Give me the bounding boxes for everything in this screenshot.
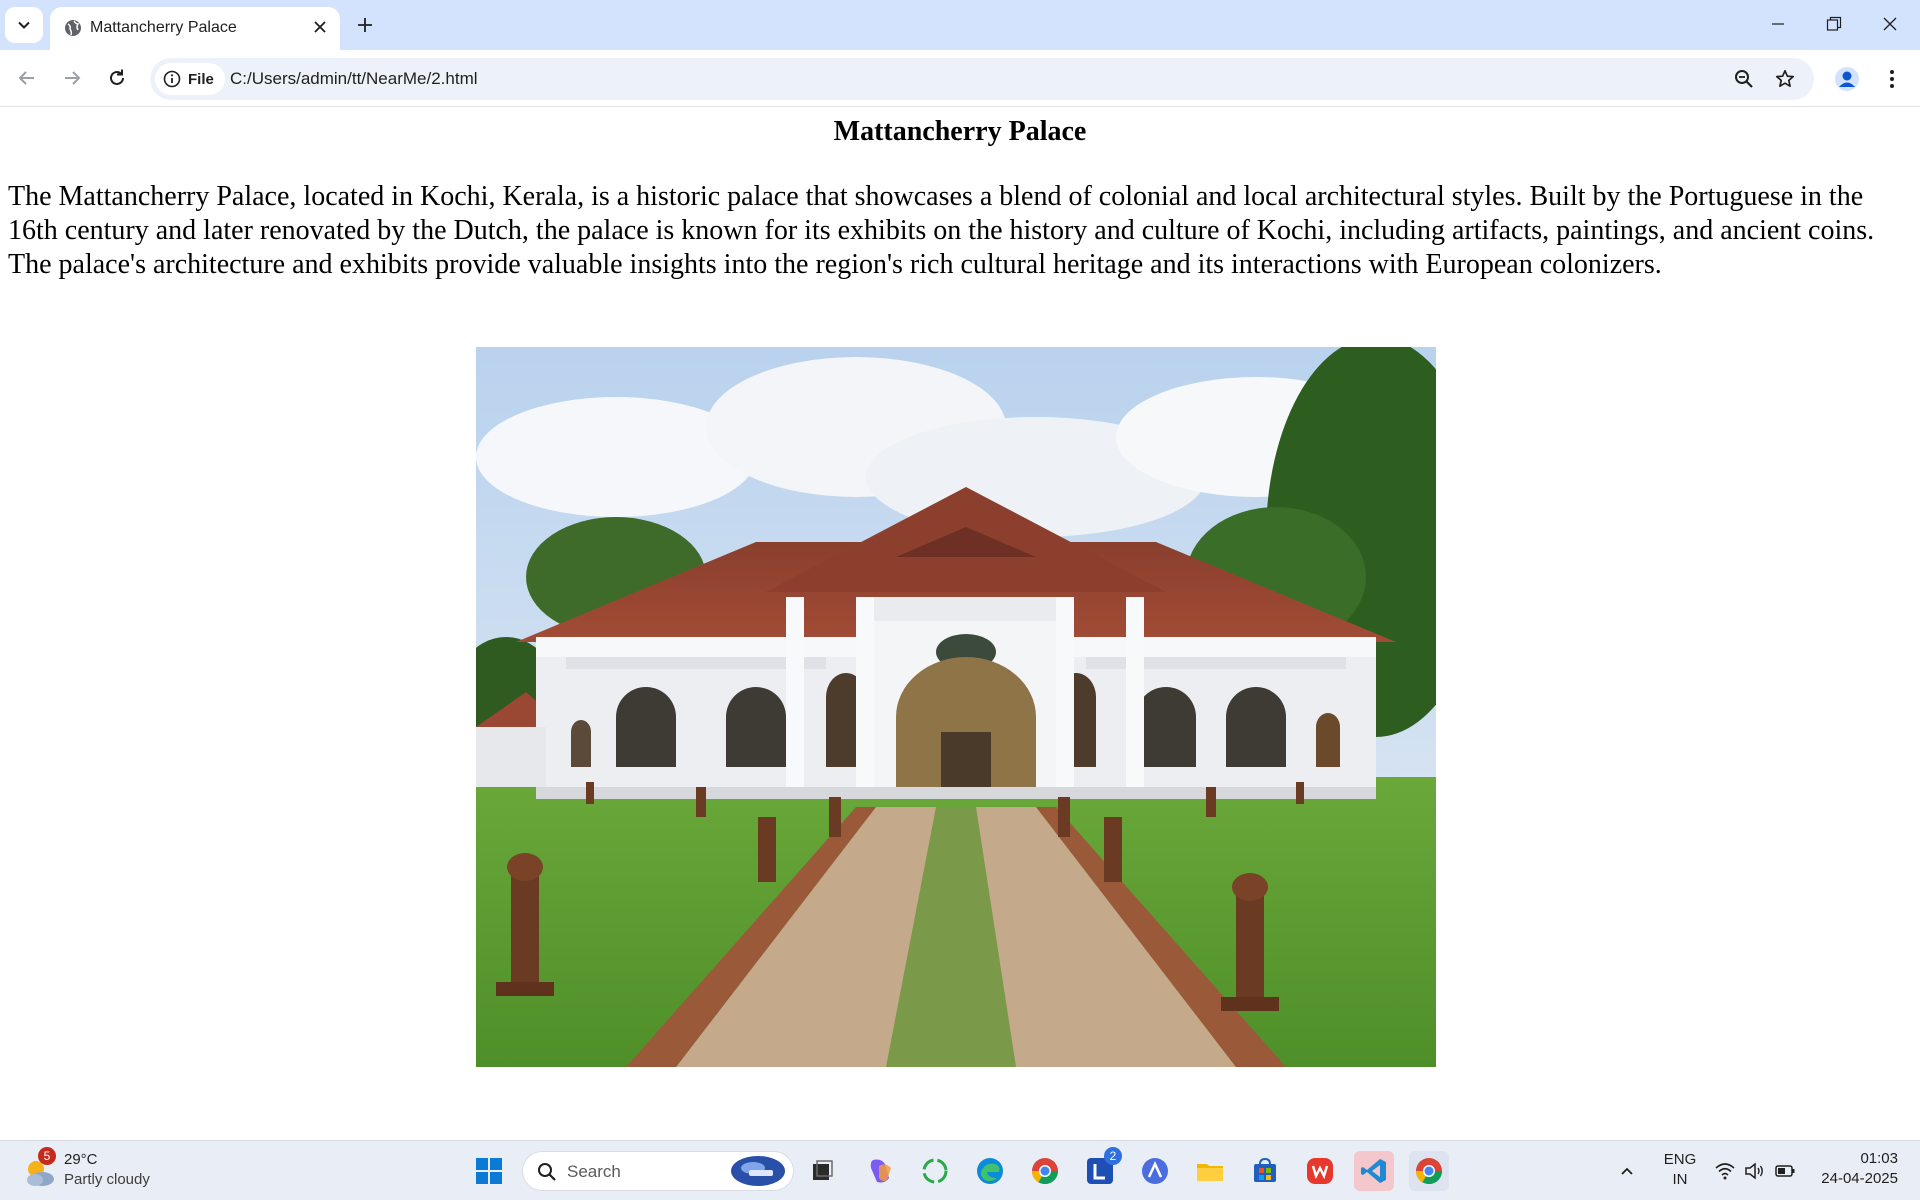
- kebab-menu-icon: [1890, 70, 1894, 88]
- forward-button[interactable]: [54, 60, 90, 96]
- close-icon: [314, 21, 326, 33]
- file-explorer-button[interactable]: [1190, 1151, 1230, 1191]
- triangle-app-icon: [1142, 1158, 1168, 1184]
- restore-icon: [1826, 16, 1842, 31]
- new-tab-button[interactable]: [350, 10, 380, 40]
- weather-description: Partly cloudy: [64, 1171, 150, 1188]
- store-icon: [1254, 1157, 1276, 1182]
- reload-icon: [110, 69, 124, 85]
- battery-icon: [1775, 1165, 1795, 1177]
- zoom-out-icon: [1735, 70, 1753, 88]
- profile-button[interactable]: [1831, 63, 1863, 95]
- chrome-taskbar-button[interactable]: [1025, 1151, 1065, 1191]
- chevron-up-icon: [1621, 1167, 1633, 1175]
- minimize-button[interactable]: [1750, 0, 1806, 48]
- taskbar: 5 29°C Partly cloudy Search 2 ENG IN 01:…: [0, 1140, 1920, 1200]
- info-icon: [163, 70, 181, 88]
- chrome-icon: [1031, 1158, 1059, 1185]
- url-text[interactable]: C:/Users/admin/tt/NearMe/2.html: [230, 69, 478, 89]
- language-indicator[interactable]: ENG IN: [1662, 1151, 1698, 1191]
- chip-label: File: [188, 70, 214, 88]
- bookmark-button[interactable]: [1771, 65, 1799, 93]
- minimize-icon: [1772, 23, 1784, 25]
- plus-icon: [358, 18, 372, 32]
- windows-logo-icon: [476, 1158, 502, 1184]
- clock-date: 24-04-2025: [1821, 1170, 1898, 1187]
- copilot-button[interactable]: [860, 1151, 900, 1191]
- region-code: IN: [1672, 1171, 1688, 1188]
- app-a-button[interactable]: [1135, 1151, 1175, 1191]
- circular-arrows-icon: [922, 1158, 948, 1184]
- arrow-left-icon: [18, 71, 34, 85]
- clock[interactable]: 01:03 24-04-2025: [1821, 1149, 1898, 1189]
- browser-menu-button[interactable]: [1880, 63, 1904, 95]
- tab-title: Mattancherry Palace: [90, 19, 237, 36]
- task-view-button[interactable]: [802, 1151, 842, 1191]
- active-tab[interactable]: Mattancherry Palace: [50, 7, 340, 50]
- task-view-icon: [813, 1160, 833, 1180]
- globe-icon: [65, 20, 81, 36]
- web-page: Mattancherry Palace The Mattancherry Pal…: [0, 108, 1920, 1140]
- tab-strip: Mattancherry Palace: [0, 0, 1920, 50]
- address-bar[interactable]: File C:/Users/admin/tt/NearMe/2.html: [150, 58, 1814, 100]
- folder-icon: [1197, 1164, 1223, 1181]
- edge-icon: [977, 1158, 1003, 1184]
- back-button[interactable]: [9, 60, 45, 96]
- wps-button[interactable]: [1300, 1151, 1340, 1191]
- avatar-icon: [1835, 67, 1859, 91]
- search-highlight-icon: [731, 1156, 785, 1186]
- start-button[interactable]: [469, 1151, 509, 1191]
- refresh-app-button[interactable]: [915, 1151, 955, 1191]
- speaker-icon: [1745, 1162, 1763, 1180]
- wifi-icon: [1715, 1163, 1735, 1180]
- clock-time: 01:03: [1860, 1150, 1898, 1167]
- weather-temperature: 29°C: [64, 1151, 98, 1168]
- wps-icon: [1307, 1158, 1333, 1184]
- launcher-button[interactable]: 2: [1080, 1147, 1122, 1191]
- tab-close-button[interactable]: [308, 15, 332, 39]
- chrome-active-button[interactable]: [1409, 1151, 1449, 1191]
- page-title: Mattancherry Palace: [833, 116, 1087, 147]
- close-window-button[interactable]: [1862, 0, 1918, 48]
- palace-photo: [476, 347, 1436, 1067]
- close-icon: [1883, 17, 1897, 31]
- star-icon: [1775, 69, 1795, 88]
- store-button[interactable]: [1245, 1151, 1285, 1191]
- notification-badge: 2: [1104, 1147, 1122, 1165]
- language-code: ENG: [1663, 1151, 1697, 1168]
- chrome-icon: [1415, 1158, 1443, 1185]
- tab-search-button[interactable]: [5, 7, 43, 43]
- chevron-down-icon: [18, 21, 30, 29]
- restore-button[interactable]: [1806, 0, 1862, 48]
- taskbar-search[interactable]: Search: [522, 1151, 794, 1191]
- edge-button[interactable]: [970, 1151, 1010, 1191]
- copilot-icon: [870, 1159, 891, 1183]
- vscode-button[interactable]: [1354, 1151, 1394, 1191]
- reload-button[interactable]: [99, 60, 135, 96]
- search-label: Search: [567, 1162, 621, 1181]
- show-hidden-icons-button[interactable]: [1612, 1151, 1642, 1191]
- vscode-icon: [1361, 1159, 1386, 1183]
- description-paragraph: The Mattancherry Palace, located in Koch…: [8, 181, 1875, 280]
- arrow-right-icon: [65, 71, 81, 85]
- weather-widget[interactable]: 5 29°C Partly cloudy: [22, 1147, 162, 1193]
- zoom-button[interactable]: [1730, 65, 1758, 93]
- weather-badge: 5: [38, 1147, 56, 1165]
- site-info-chip[interactable]: File: [155, 63, 225, 95]
- search-icon: [538, 1163, 556, 1181]
- quick-settings-button[interactable]: [1714, 1155, 1804, 1187]
